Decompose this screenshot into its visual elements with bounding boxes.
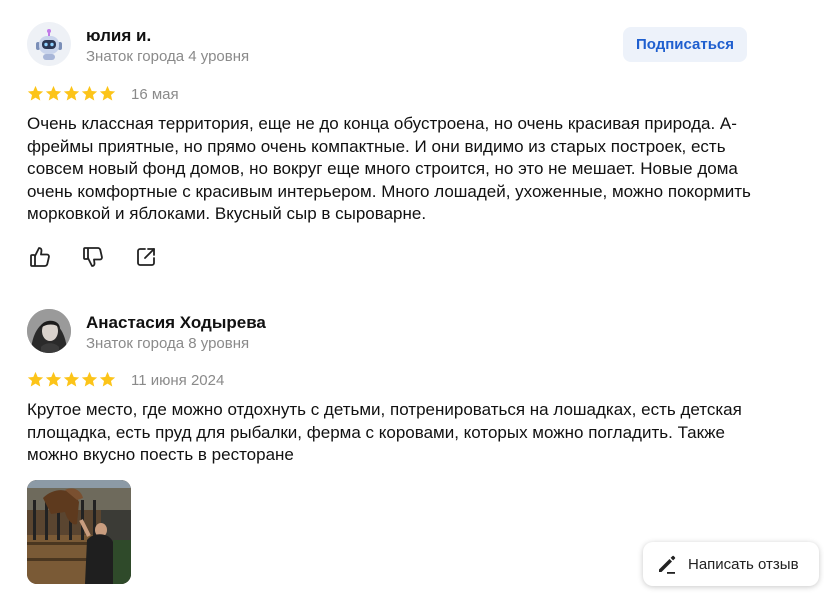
star-icon [81, 85, 98, 101]
star-icon [45, 85, 62, 101]
review-card: юлия и. Знаток города 4 уровня Подписать… [0, 0, 824, 295]
robot-avatar-icon [27, 22, 71, 66]
review-text: Очень классная территория, еще не до кон… [27, 114, 751, 224]
review-actions [27, 244, 159, 270]
avatar[interactable] [27, 309, 71, 353]
like-icon[interactable] [27, 244, 53, 270]
star-icon [63, 371, 80, 387]
write-review-label: Написать отзыв [688, 555, 799, 573]
star-icon [27, 371, 44, 387]
author-level: Знаток города 4 уровня [86, 48, 250, 65]
user-photo-avatar [27, 309, 71, 353]
star-icon [99, 85, 116, 101]
author-level: Знаток города 8 уровня [86, 335, 250, 352]
write-review-button[interactable]: Написать отзыв [643, 542, 819, 586]
star-icon [81, 371, 98, 387]
star-rating [27, 85, 116, 102]
avatar[interactable] [27, 22, 71, 66]
review-text: Крутое место, где можно отдохнуть с деть… [27, 400, 742, 465]
review-photo[interactable] [27, 480, 131, 584]
dislike-icon[interactable] [80, 244, 106, 270]
star-icon [45, 371, 62, 387]
review-date: 16 мая [131, 86, 179, 103]
horse-stable-photo [27, 480, 131, 584]
subscribe-button[interactable]: Подписаться [623, 27, 747, 62]
review-date: 11 июня 2024 [131, 372, 225, 389]
author-name[interactable]: юлия и. [86, 26, 151, 46]
star-rating [27, 371, 116, 388]
star-icon [63, 85, 80, 101]
author-name[interactable]: Анастасия Ходырева [86, 313, 266, 333]
share-icon[interactable] [133, 244, 159, 270]
pencil-icon [659, 555, 676, 574]
star-icon [27, 85, 44, 101]
star-icon [99, 371, 116, 387]
